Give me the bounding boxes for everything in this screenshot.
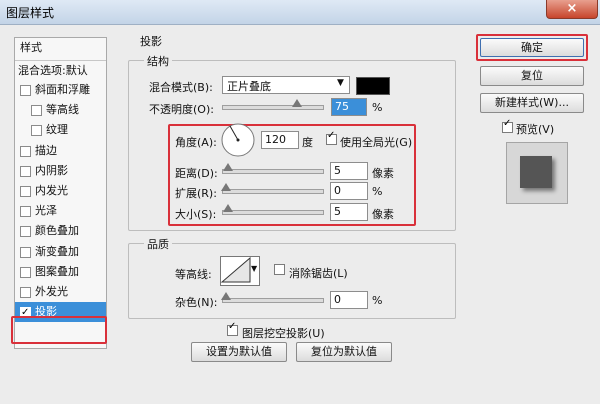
drop-shadow-highlight-box xyxy=(11,316,107,344)
style-item[interactable]: 渐变叠加 xyxy=(15,242,106,262)
style-item[interactable]: 描边 xyxy=(15,141,106,161)
style-item-checkbox[interactable] xyxy=(20,266,31,278)
style-item-checkbox[interactable] xyxy=(20,206,31,218)
blend-mode-select[interactable]: 正片叠底 ▼ xyxy=(222,76,350,94)
size-input[interactable]: 5 xyxy=(330,203,368,221)
distance-label: 距离(D): xyxy=(175,167,218,180)
blend-mode-value: 正片叠底 xyxy=(227,80,271,93)
style-item-label: 斜面和浮雕 xyxy=(35,83,90,96)
distance-unit: 像素 xyxy=(372,167,394,180)
style-item-label: 内阴影 xyxy=(35,163,68,177)
quality-title: 品质 xyxy=(144,236,172,252)
reset-default-button[interactable]: 复位为默认值 xyxy=(296,342,392,362)
preview-checkbox[interactable] xyxy=(502,118,513,133)
style-item-label: 光泽 xyxy=(35,204,57,218)
style-item-label: 图案叠加 xyxy=(35,264,79,278)
anti-alias-label: 消除锯齿(L) xyxy=(289,267,348,280)
window-title: 图层样式 xyxy=(6,6,55,20)
title-bar[interactable]: 图层样式 × xyxy=(0,0,600,25)
angle-dial-icon[interactable] xyxy=(220,122,256,158)
make-default-button[interactable]: 设置为默认值 xyxy=(191,342,287,362)
style-item-checkbox[interactable] xyxy=(20,287,31,298)
global-light-checkbox[interactable] xyxy=(326,130,337,145)
preview-label: 预览(V) xyxy=(516,123,555,136)
opacity-input[interactable]: 75 xyxy=(331,98,367,116)
angle-input[interactable]: 120 xyxy=(261,131,299,149)
noise-unit: % xyxy=(372,294,383,307)
style-item[interactable]: 外发光 xyxy=(15,282,106,302)
blend-mode-label: 混合模式(B): xyxy=(149,81,213,94)
structure-title: 结构 xyxy=(144,53,172,69)
size-slider[interactable] xyxy=(222,210,324,215)
style-item[interactable]: 光泽 xyxy=(15,201,106,221)
drop-shadow-title: 投影 xyxy=(137,33,165,49)
contour-label: 等高线: xyxy=(175,268,212,281)
style-item[interactable]: 内阴影 xyxy=(15,161,106,181)
spread-label: 扩展(R): xyxy=(175,187,217,200)
style-list-header[interactable]: 样式 xyxy=(15,38,106,58)
global-light-label: 使用全局光(G) xyxy=(340,136,413,149)
style-item[interactable]: 颜色叠加 xyxy=(15,221,106,241)
noise-input[interactable]: 0 xyxy=(330,291,368,309)
shadow-color-swatch[interactable] xyxy=(356,77,390,95)
style-item-checkbox[interactable] xyxy=(20,226,31,238)
chevron-down-icon: ▼ xyxy=(337,78,344,88)
style-item-label: 内发光 xyxy=(35,184,68,197)
style-item-label: 外发光 xyxy=(35,285,68,298)
contour-picker[interactable]: ▼ xyxy=(220,256,260,286)
style-list: 样式 混合选项:默认 斜面和浮雕等高线纹理描边内阴影内发光光泽颜色叠加渐变叠加图… xyxy=(14,37,107,349)
preview-swatch xyxy=(520,156,552,188)
style-item[interactable]: 纹理 xyxy=(15,120,106,140)
spread-input[interactable]: 0 xyxy=(330,182,368,200)
angle-label: 角度(A): xyxy=(175,136,217,149)
noise-slider[interactable] xyxy=(222,298,324,303)
size-label: 大小(S): xyxy=(175,208,217,221)
distance-slider-thumb[interactable] xyxy=(223,163,233,171)
opacity-unit: % xyxy=(372,101,383,114)
opacity-slider[interactable] xyxy=(222,105,324,110)
new-style-button[interactable]: 新建样式(W)... xyxy=(480,93,584,113)
distance-input[interactable]: 5 xyxy=(330,162,368,180)
style-item[interactable]: 图案叠加 xyxy=(15,262,106,282)
opacity-slider-thumb[interactable] xyxy=(292,99,302,107)
style-item-label: 等高线 xyxy=(46,103,79,117)
style-item-checkbox[interactable] xyxy=(20,246,31,258)
size-slider-thumb[interactable] xyxy=(223,204,233,212)
style-item-checkbox[interactable] xyxy=(20,85,31,96)
spread-slider[interactable] xyxy=(222,189,324,194)
size-unit: 像素 xyxy=(372,208,394,221)
style-item-checkbox[interactable] xyxy=(20,186,31,197)
spread-slider-thumb[interactable] xyxy=(221,183,231,191)
knockout-label: 图层挖空投影(U) xyxy=(242,327,325,340)
blend-options-item[interactable]: 混合选项:默认 xyxy=(15,60,106,81)
style-item-label: 描边 xyxy=(35,143,57,157)
style-item-label: 渐变叠加 xyxy=(35,244,79,258)
contour-curve-icon xyxy=(220,256,251,283)
style-item[interactable]: 等高线 xyxy=(15,100,106,120)
reset-button[interactable]: 复位 xyxy=(480,66,584,86)
anti-alias-checkbox[interactable] xyxy=(274,264,285,275)
distance-slider[interactable] xyxy=(222,169,324,174)
style-item-checkbox[interactable] xyxy=(20,165,31,177)
style-item-checkbox[interactable] xyxy=(31,125,42,137)
noise-label: 杂色(N): xyxy=(175,296,218,309)
angle-unit: 度 xyxy=(302,136,313,149)
style-item[interactable]: 斜面和浮雕 xyxy=(15,80,106,100)
style-preview xyxy=(506,142,568,204)
opacity-label: 不透明度(O): xyxy=(149,103,214,116)
style-item-label: 纹理 xyxy=(46,123,68,137)
spread-unit: % xyxy=(372,185,383,198)
style-item[interactable]: 内发光 xyxy=(15,181,106,201)
style-item-label: 颜色叠加 xyxy=(35,224,79,238)
style-item-checkbox[interactable] xyxy=(20,145,31,157)
close-button[interactable]: × xyxy=(546,0,598,19)
chevron-down-icon: ▼ xyxy=(251,264,258,273)
ok-button[interactable]: 确定 xyxy=(480,38,584,57)
noise-slider-thumb[interactable] xyxy=(221,292,231,300)
style-item-checkbox[interactable] xyxy=(31,105,42,117)
knockout-checkbox[interactable] xyxy=(227,321,238,336)
